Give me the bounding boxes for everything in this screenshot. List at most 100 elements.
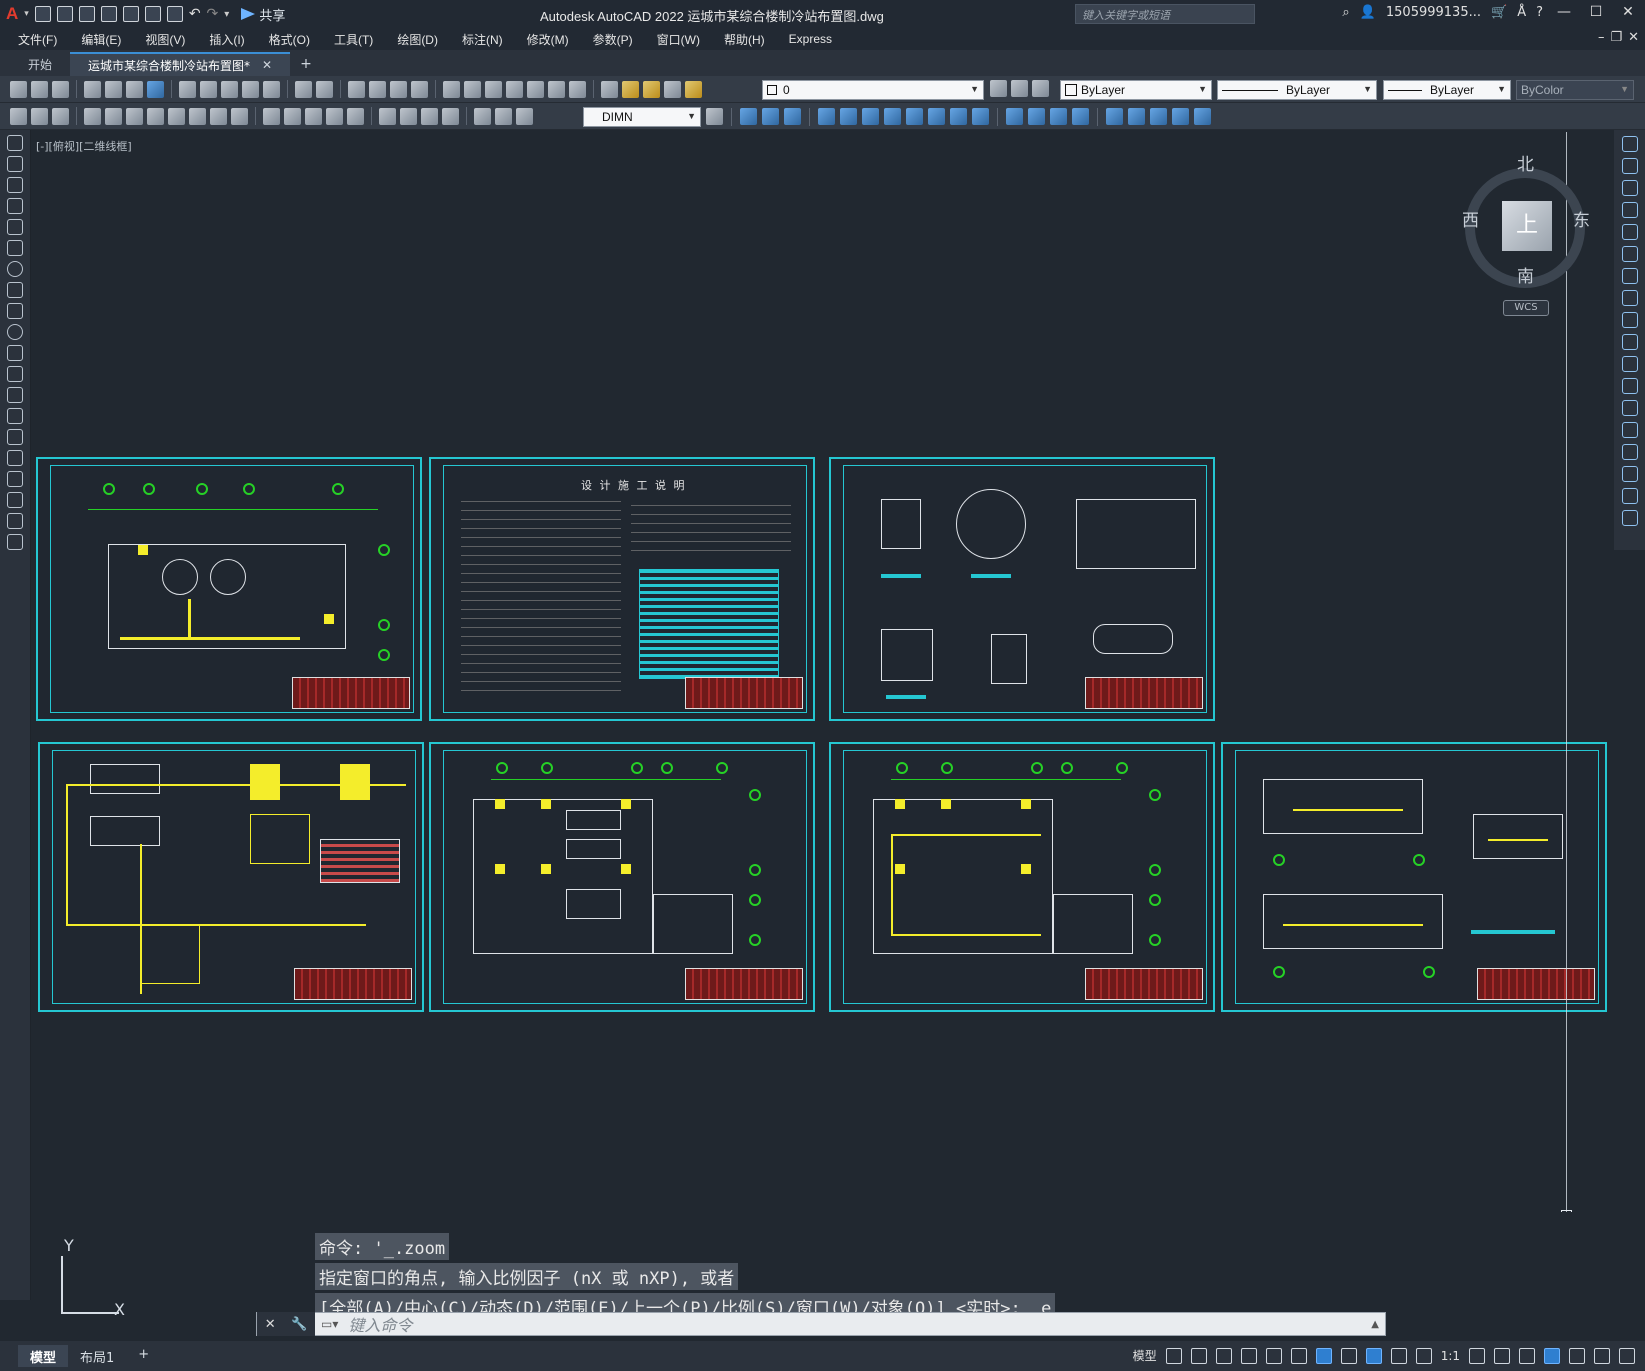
image-icon[interactable] — [52, 107, 69, 125]
menu-help[interactable]: 帮助(H) — [724, 31, 765, 48]
recent-commands-icon[interactable]: ▭▾ — [321, 1317, 338, 1331]
cart-icon[interactable]: 🛒 — [1491, 5, 1507, 20]
diameter-dim-icon[interactable] — [210, 107, 227, 125]
dim-text-edit-icon[interactable] — [495, 107, 512, 125]
make-block-icon[interactable] — [7, 387, 23, 403]
menu-express[interactable]: Express — [789, 32, 832, 46]
wcs-dropdown[interactable]: WCS — [1503, 300, 1549, 316]
make-current-layer-icon[interactable] — [990, 80, 1007, 97]
user-name[interactable]: 1505999135... — [1386, 5, 1481, 20]
layer-freeze-icon[interactable] — [643, 80, 660, 98]
menu-edit[interactable]: 编辑(E) — [81, 31, 121, 48]
minimize-icon[interactable]: — — [1553, 4, 1575, 20]
match-properties-icon[interactable] — [242, 80, 259, 98]
sheet-floor-plan[interactable] — [36, 457, 422, 721]
viewcube-east[interactable]: 东 — [1573, 206, 1590, 231]
radius-dim-icon[interactable] — [168, 107, 185, 125]
sheet-design-notes[interactable]: 设 计 施 工 说 明 — [429, 457, 815, 721]
line-icon[interactable] — [7, 135, 23, 151]
close-command-icon[interactable]: ✕ — [265, 1317, 276, 1332]
circle-icon[interactable] — [7, 261, 23, 277]
chevron-up-icon[interactable]: ▲ — [1371, 1319, 1379, 1330]
markup-icon[interactable] — [527, 80, 544, 98]
viewport-controls[interactable]: [-][俯视][二维线框] — [36, 138, 132, 154]
menu-insert[interactable]: 插入(I) — [209, 31, 244, 48]
revolve-icon[interactable] — [884, 108, 901, 125]
move-3d-icon[interactable] — [1172, 108, 1189, 125]
ortho-icon[interactable] — [1215, 1347, 1232, 1364]
sheet-set-icon[interactable] — [506, 80, 523, 98]
insert-block-icon[interactable] — [10, 107, 27, 125]
menu-file[interactable]: 文件(F) — [18, 31, 57, 48]
layer-properties-icon[interactable] — [601, 80, 618, 98]
explode-icon[interactable] — [1621, 510, 1638, 526]
polyline-icon[interactable] — [7, 177, 23, 193]
rectangle-icon[interactable] — [7, 219, 23, 235]
viewcube-top-face[interactable]: 上 — [1502, 201, 1552, 251]
array-3d-icon[interactable] — [1150, 108, 1167, 125]
point-icon[interactable] — [7, 408, 23, 424]
save-icon[interactable] — [78, 6, 95, 22]
tool-palettes-icon[interactable] — [485, 80, 502, 98]
jogged-dim-icon[interactable] — [189, 107, 206, 125]
center-mark-icon[interactable] — [400, 107, 417, 125]
keyword-search-input[interactable]: 键入关键字或短语 — [1075, 4, 1255, 24]
menu-parametric[interactable]: 参数(P) — [593, 31, 633, 48]
array-icon[interactable] — [1621, 224, 1638, 240]
cylinder-icon[interactable] — [762, 108, 779, 125]
fillet-icon[interactable] — [1621, 466, 1638, 482]
interfere-icon[interactable] — [1028, 108, 1045, 125]
units-icon[interactable] — [1519, 1347, 1535, 1364]
tolerance-icon[interactable] — [379, 107, 396, 125]
insert-block-palette-icon[interactable] — [7, 366, 23, 382]
angular-dim-icon[interactable] — [231, 107, 248, 125]
isodraft-icon[interactable] — [1265, 1347, 1282, 1364]
annotation-monitor-icon[interactable] — [1494, 1347, 1510, 1364]
object-track-icon[interactable] — [1290, 1347, 1307, 1364]
viewcube-north[interactable]: 北 — [1517, 150, 1534, 175]
mirror-icon[interactable] — [1621, 180, 1638, 196]
tab-active-drawing[interactable]: 运城市某综合楼制冷站布置图* ✕ — [70, 52, 291, 76]
region-icon[interactable] — [7, 471, 23, 487]
properties-icon[interactable] — [443, 80, 460, 98]
erase-icon[interactable] — [1621, 136, 1638, 152]
tab-start[interactable]: 开始 — [10, 52, 70, 76]
doc-close-icon[interactable]: ✕ — [1628, 30, 1639, 45]
box-icon[interactable] — [740, 108, 757, 125]
chamfer-icon[interactable] — [1621, 444, 1638, 460]
zoom-realtime-icon[interactable] — [369, 80, 386, 98]
paste-icon[interactable] — [221, 80, 238, 98]
dimstyle-dropdown[interactable]: DIMN ▼ — [583, 107, 701, 127]
grid-icon[interactable] — [1165, 1347, 1182, 1364]
ellipse-arc-icon[interactable] — [7, 345, 23, 361]
pan-icon[interactable] — [348, 80, 365, 98]
osnap-icon[interactable] — [1315, 1347, 1332, 1364]
annotation-scale-value[interactable]: 1:1 — [1441, 1349, 1460, 1363]
polygon-icon[interactable] — [7, 198, 23, 214]
open-file-icon[interactable] — [56, 6, 73, 22]
sheet-pipe-plan[interactable] — [829, 742, 1215, 1012]
customize-quickaccess-icon[interactable]: ▾ — [224, 9, 229, 20]
autodesk-app-icon[interactable]: Å — [1517, 5, 1526, 20]
undo-icon[interactable]: ↶ — [189, 6, 201, 22]
plot-icon[interactable] — [166, 6, 183, 22]
sweep-icon[interactable] — [862, 108, 879, 125]
sheet-chiller-plan[interactable] — [429, 742, 815, 1012]
help-toolbar-icon[interactable] — [569, 80, 586, 98]
dim-style-icon[interactable] — [706, 108, 723, 125]
save-as-icon[interactable] — [100, 6, 117, 22]
menu-modify[interactable]: 修改(M) — [527, 31, 569, 48]
preview-icon[interactable] — [105, 80, 122, 98]
linear-dim-icon[interactable] — [84, 107, 101, 125]
subtract-icon[interactable] — [950, 108, 967, 125]
extend-icon[interactable] — [1621, 356, 1638, 372]
viewcube[interactable]: 北 南 东 西 上 WCS — [1462, 150, 1590, 316]
dim-space-icon[interactable] — [326, 107, 343, 125]
customization-menu-icon[interactable] — [1619, 1347, 1635, 1364]
clean-screen-icon[interactable] — [1594, 1347, 1610, 1364]
zoom-previous-icon[interactable] — [411, 80, 428, 98]
redo-toolbar-icon[interactable] — [316, 80, 333, 98]
align-3d-icon[interactable] — [1106, 108, 1123, 125]
add-selected-icon[interactable] — [7, 534, 23, 550]
ellipse-icon[interactable] — [7, 324, 23, 340]
